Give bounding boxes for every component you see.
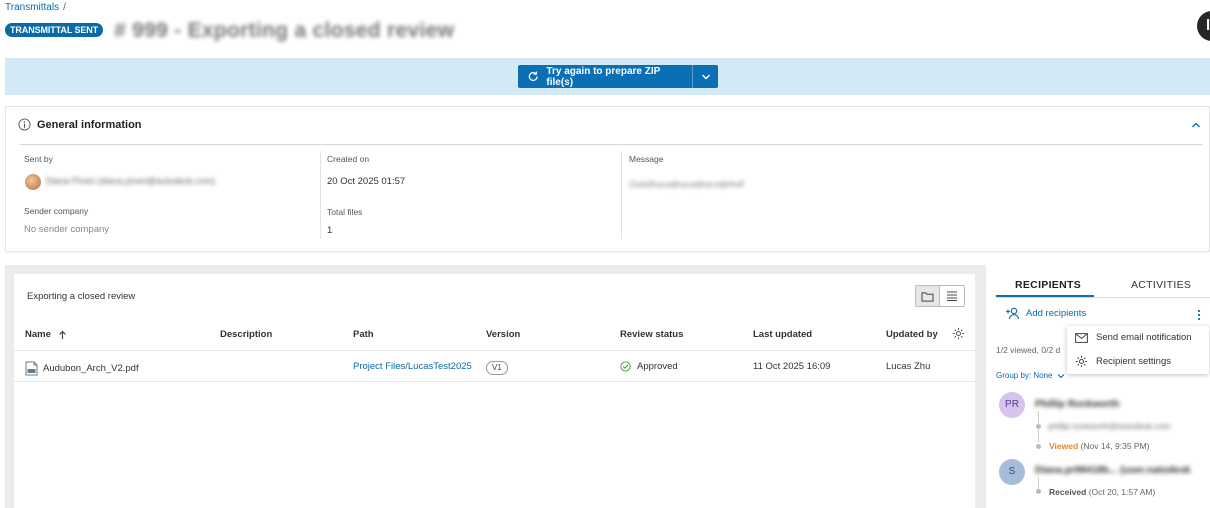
column-header-name[interactable]: Name	[25, 329, 67, 340]
status-received: Received	[1049, 487, 1087, 497]
general-information-title: General information	[37, 118, 142, 131]
column-header-path[interactable]: Path	[353, 329, 374, 340]
recipients-summary: 1/2 viewed, 0/2 d	[996, 345, 1061, 355]
general-information-header[interactable]: General information	[18, 118, 142, 131]
recipient-email: phillip.rockworth@autodesk.com	[1048, 421, 1171, 431]
table-header-divider	[14, 350, 975, 351]
message-label: Message	[629, 154, 664, 164]
page-title: # 999 - Exporting a closed review	[114, 19, 455, 42]
tab-divider	[996, 297, 1210, 298]
updated-by-value: Lucas Zhu	[886, 361, 931, 372]
list-view-button[interactable]	[940, 286, 964, 306]
tab-activities[interactable]: ACTIVITIES	[1131, 279, 1191, 291]
recipient-name: Diana.pr98418b... (user.natodesk	[1035, 465, 1191, 476]
status-time: (Oct 20, 1:57 AM)	[1088, 487, 1156, 497]
files-heading: Exporting a closed review	[27, 291, 136, 302]
sent-by-label: Sent by	[24, 154, 53, 164]
column-divider	[320, 151, 321, 239]
add-recipients-button[interactable]: Add recipients	[1005, 307, 1086, 320]
column-header-updated-by[interactable]: Updated by	[886, 329, 938, 340]
breadcrumb-separator: /	[63, 2, 66, 13]
info-icon	[18, 118, 31, 131]
table-row-divider	[14, 381, 975, 382]
folder-icon	[921, 291, 934, 302]
menu-item-recipient-settings[interactable]: Recipient settings	[1075, 355, 1171, 368]
column-header-name-label: Name	[25, 329, 51, 340]
retry-zip-label: Try again to prepare ZIP file(s)	[546, 65, 661, 88]
recipient-status: Received (Oct 20, 1:57 AM)	[1049, 487, 1155, 497]
divider	[20, 144, 1203, 145]
column-header-review-status[interactable]: Review status	[620, 329, 683, 340]
collapse-chevron-icon[interactable]	[1191, 120, 1201, 130]
user-avatar[interactable]: lt	[1197, 11, 1210, 41]
status-badge: TRANSMITTAL SENT	[5, 23, 104, 37]
sender-avatar	[25, 174, 41, 190]
message-value: Gadsfhacsdjhacsdjhacsdjhfsdf	[629, 179, 744, 189]
pdf-file-icon	[25, 361, 38, 376]
recipient-status: Viewed (Nov 14, 9:35 PM)	[1049, 441, 1150, 451]
recipients-panel: RECIPIENTS ACTIVITIES Add recipients 1/2…	[985, 265, 1210, 508]
recipient-avatar: S	[999, 459, 1025, 485]
files-panel: Exporting a closed review Name Descripti…	[14, 274, 975, 508]
sent-by-value: Diana Pineri (diana.pineri@autodesk.com)	[46, 176, 216, 186]
tab-recipients[interactable]: RECIPIENTS	[1015, 279, 1081, 291]
sender-company-value: No sender company	[24, 224, 110, 235]
envelope-icon	[1075, 332, 1088, 343]
status-viewed: Viewed	[1049, 441, 1079, 451]
general-information-panel: General information Sent by Diana Pineri…	[5, 106, 1210, 252]
sender-company-label: Sender company	[24, 206, 89, 216]
review-status-value: Approved	[637, 361, 678, 372]
breadcrumb: Transmittals /	[5, 2, 66, 13]
total-files-label: Total files	[327, 207, 363, 217]
sort-ascending-icon[interactable]	[58, 330, 67, 340]
review-status-cell: Approved	[620, 361, 678, 372]
column-settings-gear-icon[interactable]	[952, 327, 965, 340]
recipients-options-menu: Send email notification Recipient settin…	[1067, 326, 1209, 374]
refresh-icon	[528, 71, 538, 81]
timeline-line	[1038, 428, 1039, 442]
created-on-label: Created on	[327, 154, 370, 164]
column-divider	[621, 151, 622, 239]
column-header-last-updated[interactable]: Last updated	[753, 329, 812, 340]
file-name: Audubon_Arch_V2.pdf	[43, 363, 139, 374]
menu-item-recipient-settings-label: Recipient settings	[1096, 356, 1171, 367]
breadcrumb-transmittals-link[interactable]: Transmittals	[5, 2, 59, 13]
column-header-description[interactable]: Description	[220, 329, 272, 340]
check-circle-icon	[620, 361, 631, 372]
last-updated-value: 11 Oct 2025 16:09	[753, 361, 831, 372]
gear-icon	[1075, 355, 1088, 368]
status-time: (Nov 14, 9:35 PM)	[1080, 441, 1150, 451]
folder-view-button[interactable]	[916, 286, 940, 306]
menu-item-send-email-label: Send email notification	[1096, 332, 1192, 343]
add-user-icon	[1006, 307, 1020, 320]
retry-zip-split-button: Try again to prepare ZIP file(s)	[518, 65, 718, 88]
chevron-down-icon	[701, 74, 710, 79]
recipient-avatar: PR	[999, 392, 1025, 418]
retry-zip-button[interactable]: Try again to prepare ZIP file(s)	[518, 65, 693, 88]
chevron-down-icon	[1058, 373, 1065, 378]
timeline-dot	[1036, 444, 1041, 449]
version-cell: V1	[486, 361, 508, 375]
file-name-cell[interactable]: Audubon_Arch_V2.pdf	[25, 361, 139, 376]
created-on-value: 20 Oct 2025 01:57	[327, 176, 406, 187]
view-toggle	[915, 285, 965, 307]
file-path-link[interactable]: Project Files/LucasTest2025	[353, 361, 472, 372]
group-by-dropdown[interactable]: Group by: None	[996, 371, 1065, 380]
version-badge[interactable]: V1	[486, 361, 508, 375]
more-options-icon[interactable]	[1197, 309, 1201, 321]
menu-item-send-email[interactable]: Send email notification	[1075, 332, 1192, 343]
total-files-value: 1	[327, 225, 333, 236]
group-by-label: Group by: None	[996, 371, 1053, 380]
column-header-version[interactable]: Version	[486, 329, 520, 340]
list-icon	[947, 291, 957, 301]
add-recipients-label: Add recipients	[1026, 308, 1087, 319]
retry-options-button[interactable]	[693, 65, 718, 88]
recipient-name: Phillip Rockworth	[1035, 399, 1120, 410]
timeline-dot	[1036, 489, 1041, 494]
